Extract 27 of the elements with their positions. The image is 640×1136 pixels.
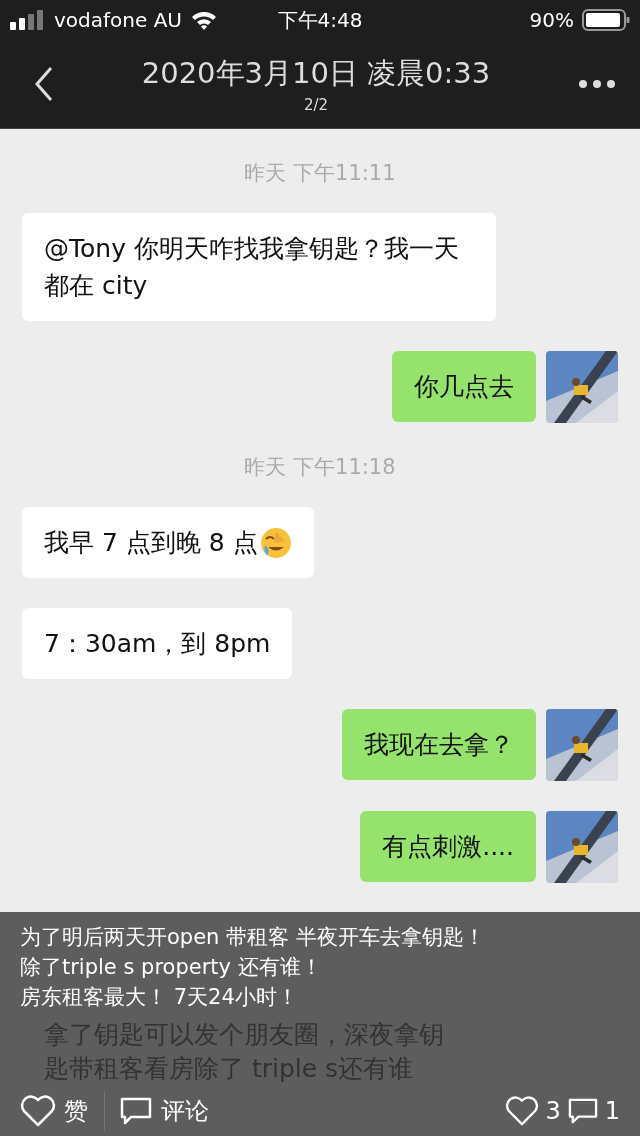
incoming-message: 我早 7 点到晚 8 点	[22, 507, 314, 578]
photo-date-title: 2020年3月10日 凌晨0:33	[141, 55, 491, 92]
status-time: 下午4:48	[277, 6, 363, 34]
incoming-message: 7：30am，到 8pm	[22, 608, 293, 679]
outgoing-message: 我现在去拿？	[342, 709, 536, 780]
heart-icon	[505, 1096, 540, 1126]
comment-count: 1	[604, 1097, 620, 1125]
comment-button[interactable]: 评论	[119, 1095, 219, 1127]
chat-timestamp: 昨天 下午11:11	[244, 160, 396, 187]
comment-icon[interactable]	[119, 1096, 153, 1126]
post-caption-line: 除了triple s property 还有谁！	[20, 954, 323, 981]
heart-icon[interactable]	[20, 1095, 56, 1127]
battery-percent: 90%	[529, 8, 574, 32]
more-icon[interactable]	[578, 79, 616, 89]
photo-counter: 2/2	[303, 96, 329, 114]
incoming-message: @Tony 你明天咋找我拿钥匙？我一天都在 city	[22, 213, 496, 321]
comment-icon	[566, 1097, 599, 1125]
signal-icon	[10, 10, 46, 30]
like-button[interactable]: 赞	[20, 1095, 98, 1127]
post-caption-line: 为了明后两天开open 带租客 半夜开车去拿钥匙！	[20, 924, 486, 951]
like-count: 3	[545, 1097, 561, 1125]
battery-icon	[582, 9, 630, 31]
outgoing-message: 有点刺激....	[360, 811, 536, 882]
chat-timestamp: 昨天 下午11:18	[244, 454, 396, 481]
outgoing-message: 你几点去	[392, 351, 536, 422]
post-caption-line: 房东租客最大！ 7天24小时！	[20, 984, 299, 1011]
carrier-name: vodafone AU	[54, 8, 182, 32]
